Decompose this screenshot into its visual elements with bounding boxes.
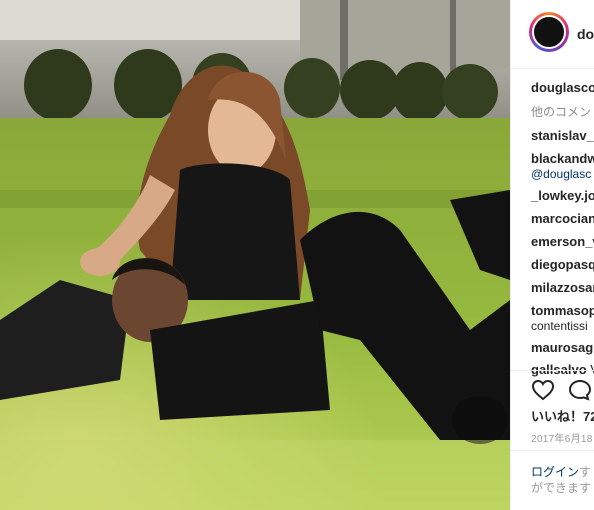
- comment-username[interactable]: diegopasq: [531, 257, 594, 272]
- comment-item: marcocian: [531, 211, 594, 226]
- comment-username[interactable]: emerson_v: [531, 234, 594, 249]
- comment-item: _lowkey.jo: [531, 188, 594, 203]
- comment-username[interactable]: blackandw: [531, 151, 594, 166]
- comment-username[interactable]: milazzosan: [531, 280, 594, 295]
- login-prompt: ログインす ができます: [511, 450, 594, 510]
- comment-item: diegopasq: [531, 257, 594, 272]
- header-username[interactable]: douglasco: [577, 26, 594, 42]
- comment-item: maurosagl: [531, 340, 594, 355]
- login-link[interactable]: ログイン: [531, 465, 579, 479]
- view-more-comments[interactable]: 他のコメント: [531, 103, 594, 120]
- comment-text: contentissi: [531, 319, 588, 333]
- comment-username[interactable]: marcocian: [531, 211, 594, 226]
- avatar[interactable]: [529, 12, 569, 52]
- login-prompt-text-2: ができます: [531, 481, 592, 495]
- likes-count[interactable]: いいね！72: [531, 406, 594, 425]
- comment-item: tommasop: [531, 303, 594, 318]
- post-sidebar: douglasco douglasco 他のコメント stanislav_s b…: [510, 0, 594, 510]
- comment-mention[interactable]: @douglasc: [531, 167, 591, 181]
- comment-username[interactable]: tommasop: [531, 303, 594, 318]
- comment-username[interactable]: _lowkey.jo: [531, 188, 594, 203]
- comment-item: emerson_v: [531, 234, 594, 249]
- comment-item: stanislav_s: [531, 128, 594, 143]
- comment-username[interactable]: stanislav_s: [531, 128, 594, 143]
- comment-icon[interactable]: [568, 379, 592, 401]
- login-line: ログインす: [531, 463, 591, 480]
- post-header: douglasco: [511, 0, 594, 69]
- comment-item: milazzosan: [531, 280, 594, 295]
- comment-username[interactable]: maurosagl: [531, 340, 594, 355]
- heart-icon[interactable]: [531, 379, 555, 401]
- avatar-image: [532, 15, 566, 49]
- comment-item: blackandw: [531, 151, 594, 166]
- caption-username[interactable]: douglasco: [531, 80, 594, 95]
- post-date: 2017年6月18日: [531, 434, 594, 445]
- login-prompt-text: す: [579, 465, 592, 479]
- photo-image: [0, 0, 510, 510]
- caption: douglasco: [531, 80, 594, 95]
- post-photo[interactable]: [0, 0, 510, 510]
